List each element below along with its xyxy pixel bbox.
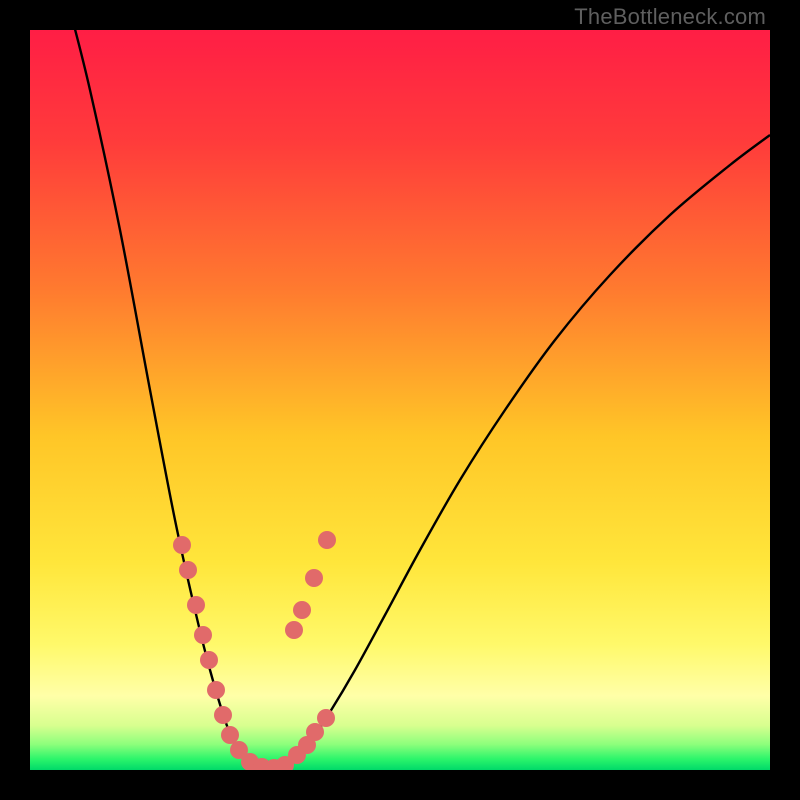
data-marker [173, 536, 191, 554]
data-marker [318, 531, 336, 549]
data-marker [200, 651, 218, 669]
data-marker [317, 709, 335, 727]
data-marker [194, 626, 212, 644]
data-marker [214, 706, 232, 724]
watermark-text: TheBottleneck.com [574, 4, 766, 30]
data-marker [187, 596, 205, 614]
data-marker [305, 569, 323, 587]
data-marker [207, 681, 225, 699]
bottleneck-curve [30, 30, 770, 770]
data-marker [179, 561, 197, 579]
data-marker [285, 621, 303, 639]
chart-frame: TheBottleneck.com [0, 0, 800, 800]
plot-area [30, 30, 770, 770]
data-marker [221, 726, 239, 744]
data-marker [306, 723, 324, 741]
data-marker [293, 601, 311, 619]
